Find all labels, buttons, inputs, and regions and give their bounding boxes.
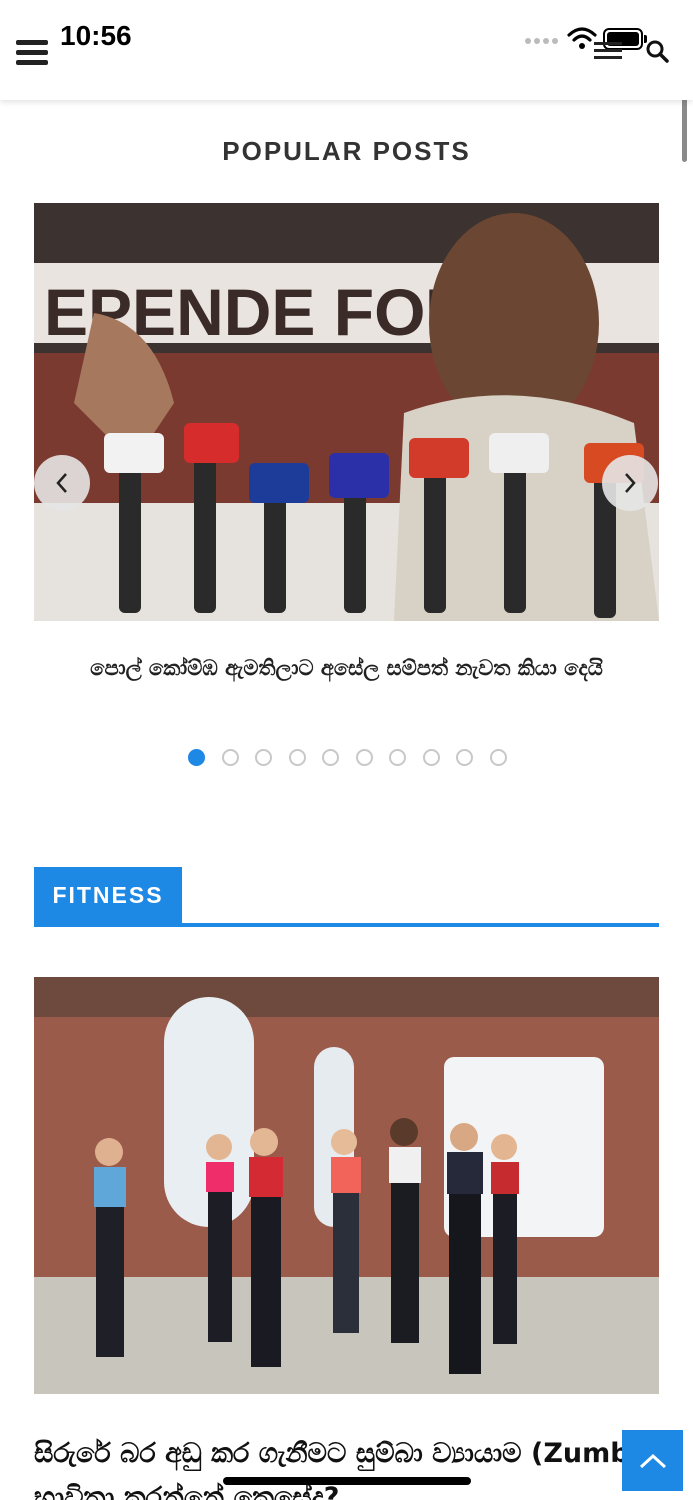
status-time: 10:56 bbox=[60, 20, 132, 51]
popular-posts-slide-image[interactable]: EPENDE FOU bbox=[34, 203, 659, 621]
fitness-tab-label[interactable]: FITNESS bbox=[34, 867, 182, 923]
status-icons bbox=[525, 26, 655, 56]
popular-posts-title: POPULAR POSTS bbox=[222, 136, 471, 166]
back-to-top-button[interactable] bbox=[622, 1430, 683, 1491]
slider-dot[interactable] bbox=[288, 749, 306, 766]
slider-dot[interactable] bbox=[456, 749, 473, 766]
slider-dot[interactable] bbox=[188, 749, 205, 766]
slider-dot[interactable] bbox=[422, 749, 440, 766]
slider-dot[interactable] bbox=[389, 749, 406, 766]
search-icon[interactable] bbox=[646, 40, 670, 64]
slider-pagination bbox=[0, 749, 693, 767]
fitness-article-title[interactable]: සිරුරේ බර අඩු කර ගැනීමට සුම්බා ව්‍යායාම … bbox=[34, 1432, 674, 1500]
press-conference-photo: EPENDE FOU bbox=[34, 203, 659, 621]
slider-dot[interactable] bbox=[355, 749, 373, 766]
slider-dot[interactable] bbox=[221, 749, 239, 766]
menu-lines-icon[interactable] bbox=[594, 42, 622, 60]
section-divider bbox=[34, 923, 659, 927]
slider-next-button[interactable] bbox=[602, 455, 658, 511]
fitness-article-image[interactable] bbox=[34, 977, 659, 1394]
top-header: 10:56 bbox=[0, 0, 693, 100]
hamburger-menu-icon[interactable] bbox=[16, 40, 48, 66]
wifi-icon bbox=[567, 27, 597, 49]
chevron-left-icon bbox=[56, 473, 67, 493]
slider-dot[interactable] bbox=[255, 749, 272, 766]
fitness-section-heading: FITNESS bbox=[34, 867, 659, 927]
fitness-class-photo bbox=[34, 977, 659, 1394]
signal-icon bbox=[525, 38, 559, 44]
slider-dot[interactable] bbox=[322, 749, 339, 766]
slider-dot[interactable] bbox=[489, 749, 507, 766]
chevron-up-icon bbox=[639, 1453, 666, 1468]
home-indicator[interactable] bbox=[223, 1477, 471, 1485]
slider-prev-button[interactable] bbox=[34, 455, 90, 511]
chevron-right-icon bbox=[625, 473, 636, 493]
slide-caption-link[interactable]: පොල් කෝම්ඹ ඇමතිලාට අසේල සම්පත් නැවත කියා… bbox=[50, 650, 643, 686]
